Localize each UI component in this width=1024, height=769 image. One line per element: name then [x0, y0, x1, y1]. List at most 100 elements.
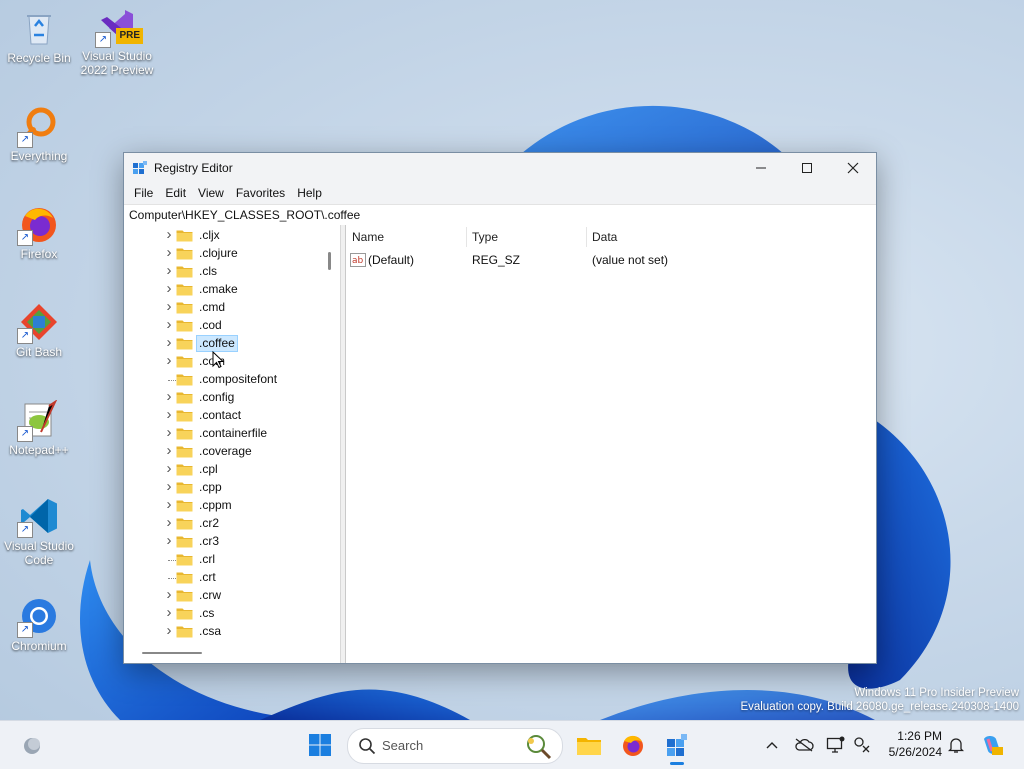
folder-icon — [176, 320, 193, 332]
tree-item[interactable]: .crl — [124, 551, 324, 569]
tree-item[interactable]: › .cr3 — [124, 532, 324, 551]
column-header-type[interactable]: Type — [466, 225, 590, 249]
desktop-icon-firefox[interactable]: ↗ Firefox — [2, 204, 76, 261]
start-button[interactable] — [304, 729, 336, 761]
desktop-icon-chromium[interactable]: ↗ Chromium — [2, 596, 76, 653]
onedrive-tray-button[interactable] — [788, 729, 820, 761]
network-icon — [854, 737, 870, 753]
tree-item[interactable]: › .cr2 — [124, 514, 324, 533]
copilot-button[interactable] — [976, 729, 1008, 761]
desktop-icon-git-bash[interactable]: ↗ Git Bash — [2, 302, 76, 359]
maximize-button[interactable] — [784, 153, 830, 182]
active-indicator — [670, 762, 684, 765]
chevron-right-icon[interactable]: › — [164, 334, 174, 351]
window-title: Registry Editor — [154, 160, 233, 175]
desktop-icon-recycle-bin[interactable]: Recycle Bin — [2, 8, 76, 65]
chevron-right-icon[interactable]: › — [164, 298, 174, 315]
address-bar[interactable]: Computer\HKEY_CLASSES_ROOT\.coffee — [124, 204, 876, 226]
tree-item[interactable]: › .com — [124, 352, 324, 371]
chevron-right-icon[interactable]: › — [164, 442, 174, 459]
chevron-right-icon[interactable]: › — [164, 388, 174, 405]
chevron-right-icon[interactable]: › — [164, 496, 174, 513]
desktop-icon-everything[interactable]: ↗ Everything — [2, 106, 76, 163]
folder-icon — [176, 230, 193, 242]
folder-icon — [176, 536, 193, 548]
menu-bar: File Edit View Favorites Help — [124, 182, 876, 204]
desktop-icon-label: Firefox — [20, 247, 58, 261]
tree-item[interactable]: › .cpp — [124, 478, 324, 497]
tree-connector — [168, 578, 176, 580]
tree-item[interactable]: › .cppm — [124, 496, 324, 515]
chevron-right-icon[interactable]: › — [164, 262, 174, 279]
chevron-right-icon[interactable]: › — [164, 226, 174, 243]
tree-item[interactable]: › .contact — [124, 406, 324, 425]
shortcut-arrow-icon: ↗ — [17, 426, 33, 442]
desktop-icon-vscode[interactable]: ↗ Visual Studio Code — [2, 496, 76, 567]
tree-item[interactable]: › .containerfile — [124, 424, 324, 443]
tree-item[interactable]: › .cs — [124, 604, 324, 623]
network-tray-button[interactable] — [846, 729, 878, 761]
tree-vertical-scrollbar[interactable] — [328, 252, 331, 270]
chevron-right-icon[interactable]: › — [164, 604, 174, 621]
tree-item[interactable]: › .csa — [124, 622, 324, 641]
chevron-right-icon[interactable]: › — [164, 460, 174, 477]
clock-date: 5/26/2024 — [888, 745, 942, 759]
registry-editor-taskbar-button[interactable] — [661, 729, 693, 765]
close-button[interactable] — [830, 153, 876, 182]
chevron-right-icon[interactable]: › — [164, 352, 174, 369]
column-header-data[interactable]: Data — [586, 225, 792, 249]
tree-horizontal-scrollbar[interactable] — [142, 652, 202, 654]
chevron-right-icon[interactable]: › — [164, 478, 174, 495]
menu-favorites[interactable]: Favorites — [230, 186, 291, 200]
tree-item[interactable]: › .cpl — [124, 460, 324, 479]
shortcut-arrow-icon: ↗ — [95, 32, 111, 48]
tree-item[interactable]: › .coverage — [124, 442, 324, 461]
string-value-icon: ab — [350, 253, 366, 267]
chevron-right-icon[interactable]: › — [164, 280, 174, 297]
tree-item-label-selected: .coffee — [196, 335, 238, 352]
chevron-right-icon[interactable]: › — [164, 586, 174, 603]
tree-item[interactable]: › .cmd — [124, 298, 324, 317]
value-row[interactable]: ab (Default) REG_SZ (value not set) — [350, 251, 870, 269]
tree-item[interactable]: .compositefont — [124, 371, 324, 389]
shortcut-arrow-icon: ↗ — [17, 230, 33, 246]
desktop-icon-visual-studio[interactable]: PRE ↗ Visual Studio 2022 Preview — [80, 6, 154, 77]
tree-item[interactable]: › .crw — [124, 586, 324, 605]
file-explorer-taskbar-button[interactable] — [573, 729, 605, 761]
tree-item[interactable]: › .cmake — [124, 280, 324, 299]
chevron-right-icon[interactable]: › — [164, 514, 174, 531]
menu-view[interactable]: View — [192, 186, 230, 200]
chevron-right-icon[interactable]: › — [164, 532, 174, 549]
desktop-icon-label: Chromium — [11, 639, 67, 653]
desktop-icon-notepad-plus-plus[interactable]: ↗ Notepad++ — [2, 399, 76, 457]
chevron-right-icon[interactable]: › — [164, 406, 174, 423]
folder-icon — [577, 738, 601, 755]
tree-item[interactable]: › .clojure — [124, 244, 324, 263]
menu-help[interactable]: Help — [291, 186, 328, 200]
copilot-icon — [984, 736, 1003, 755]
taskbar-search-box[interactable]: Search — [347, 728, 563, 764]
tree-item[interactable]: › .cljx — [124, 226, 324, 245]
folder-icon — [176, 572, 193, 584]
show-hidden-icons-button[interactable] — [756, 729, 788, 761]
minimize-button[interactable] — [738, 153, 784, 182]
clock[interactable]: 1:26 PM 5/26/2024 — [889, 728, 942, 760]
chevron-right-icon[interactable]: › — [164, 424, 174, 441]
chevron-right-icon[interactable]: › — [164, 244, 174, 261]
tree-item[interactable]: › .config — [124, 388, 324, 407]
folder-icon — [176, 482, 193, 494]
menu-file[interactable]: File — [128, 186, 159, 200]
folder-icon — [176, 518, 193, 530]
weather-widget-button[interactable] — [16, 729, 48, 761]
tree-item[interactable]: › .cls — [124, 262, 324, 281]
chevron-right-icon[interactable]: › — [164, 622, 174, 639]
chevron-right-icon[interactable]: › — [164, 316, 174, 333]
title-bar[interactable]: Registry Editor — [124, 153, 876, 182]
column-header-name[interactable]: Name — [346, 225, 470, 249]
tree-item[interactable]: › .cod — [124, 316, 324, 335]
tree-item[interactable]: › .coffee — [124, 334, 324, 353]
notifications-button[interactable] — [940, 729, 972, 761]
firefox-taskbar-button[interactable] — [617, 729, 649, 761]
menu-edit[interactable]: Edit — [159, 186, 192, 200]
tree-item[interactable]: .crt — [124, 569, 324, 587]
